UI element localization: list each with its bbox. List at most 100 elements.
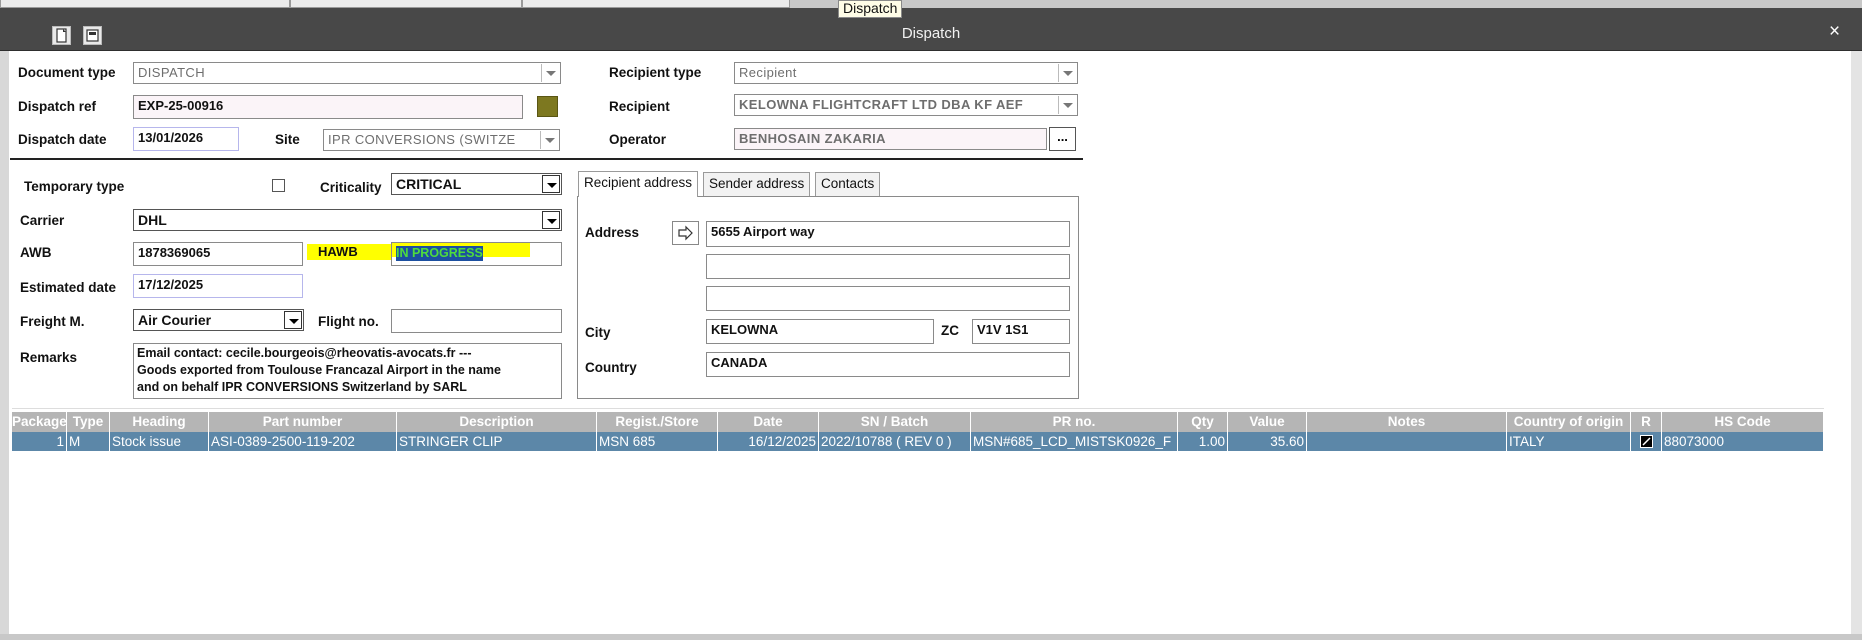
remarks-textarea[interactable]: Email contact: cecile.bourgeois@rheovati… bbox=[133, 343, 562, 399]
vertical-scrollbar[interactable] bbox=[1851, 51, 1862, 640]
column-header[interactable]: Part number bbox=[209, 412, 397, 432]
column-header[interactable]: Date bbox=[718, 412, 819, 432]
document-type-label: Document type bbox=[18, 65, 116, 80]
chevron-down-icon[interactable] bbox=[542, 211, 560, 229]
window-title: Dispatch bbox=[901, 25, 961, 42]
criticality-label: Criticality bbox=[320, 180, 382, 195]
column-header[interactable]: R bbox=[1631, 412, 1662, 432]
carrier-label: Carrier bbox=[20, 213, 65, 228]
background-tab[interactable] bbox=[522, 0, 790, 8]
tab-contacts[interactable]: Contacts bbox=[815, 172, 881, 196]
chevron-down-icon[interactable] bbox=[284, 311, 302, 329]
chevron-down-icon[interactable] bbox=[540, 131, 558, 149]
address-line-2[interactable] bbox=[706, 254, 1070, 279]
chevron-down-icon[interactable] bbox=[1058, 96, 1076, 114]
background-tab[interactable] bbox=[290, 0, 522, 8]
column-header[interactable]: Description bbox=[397, 412, 597, 432]
flight-no-field[interactable] bbox=[391, 309, 562, 333]
column-header[interactable]: SN / Batch bbox=[819, 412, 971, 432]
cell-qty: 1.00 bbox=[1178, 432, 1228, 451]
document-type-select[interactable]: DISPATCH bbox=[133, 62, 561, 84]
freight-value: Air Courier bbox=[138, 312, 212, 328]
cell-hs-code: 88073000 bbox=[1662, 432, 1824, 451]
tab-sender-address[interactable]: Sender address bbox=[703, 172, 811, 196]
city-field[interactable]: KELOWNA bbox=[706, 319, 934, 344]
window-titlebar: Dispatch × bbox=[0, 8, 1862, 51]
cell-heading: Stock issue bbox=[110, 432, 209, 451]
tab-recipient-address[interactable]: Recipient address bbox=[578, 171, 699, 197]
bottom-edge bbox=[0, 634, 1862, 640]
grid-header: Package Type Heading Part number Descrip… bbox=[12, 412, 1824, 432]
lookup-button[interactable] bbox=[537, 96, 558, 117]
carrier-select[interactable]: DHL bbox=[133, 209, 562, 231]
site-select[interactable]: IPR CONVERSIONS (SWITZE bbox=[323, 129, 560, 151]
country-field[interactable]: CANADA bbox=[706, 352, 1070, 377]
site-value: IPR CONVERSIONS (SWITZE bbox=[328, 132, 516, 147]
remarks-line: Goods exported from Toulouse Francazal A… bbox=[137, 363, 501, 377]
cell-r bbox=[1631, 432, 1662, 451]
column-header[interactable]: Country of origin bbox=[1507, 412, 1631, 432]
column-header[interactable]: Qty bbox=[1178, 412, 1228, 432]
column-header[interactable]: Package bbox=[12, 412, 67, 432]
carrier-value: DHL bbox=[138, 212, 167, 228]
country-label: Country bbox=[585, 360, 637, 375]
flight-no-label: Flight no. bbox=[318, 314, 379, 329]
operator-label: Operator bbox=[609, 132, 667, 147]
freight-select[interactable]: Air Courier bbox=[133, 309, 304, 331]
arrow-right-icon[interactable] bbox=[672, 221, 699, 245]
dispatch-date-field[interactable]: 13/01/2026 bbox=[133, 127, 239, 151]
dispatch-ref-field[interactable]: EXP-25-00916 bbox=[133, 95, 523, 119]
criticality-value: CRITICAL bbox=[396, 176, 462, 192]
column-header[interactable]: Regist./Store bbox=[597, 412, 718, 432]
operator-field[interactable]: BENHOSAIN ZAKARIA bbox=[734, 128, 1047, 150]
column-header[interactable]: PR no. bbox=[971, 412, 1178, 432]
address-line-1[interactable]: 5655 Airport way bbox=[706, 221, 1070, 247]
chevron-down-icon[interactable] bbox=[541, 64, 559, 82]
column-header[interactable]: Heading bbox=[110, 412, 209, 432]
remarks-line: and on behalf IPR CONVERSIONS Switzerlan… bbox=[137, 380, 467, 394]
awb-field[interactable]: 1878369065 bbox=[133, 242, 303, 266]
temporary-type-checkbox[interactable] bbox=[272, 179, 285, 192]
cell-sn-batch: 2022/10788 ( REV 0 ) bbox=[819, 432, 971, 451]
chevron-down-icon[interactable] bbox=[1058, 64, 1076, 82]
close-icon[interactable]: × bbox=[1829, 22, 1840, 42]
freight-label: Freight M. bbox=[20, 314, 85, 329]
recipient-value: KELOWNA FLIGHTCRAFT LTD DBA KF AEF bbox=[739, 97, 1024, 112]
cell-date: 16/12/2025 bbox=[718, 432, 819, 451]
cell-package: 1 bbox=[12, 432, 67, 451]
remarks-line: Email contact: cecile.bourgeois@rheovati… bbox=[137, 346, 472, 360]
recipient-select[interactable]: KELOWNA FLIGHTCRAFT LTD DBA KF AEF bbox=[734, 94, 1078, 116]
column-header[interactable]: Notes bbox=[1307, 412, 1507, 432]
column-header[interactable]: Value bbox=[1228, 412, 1307, 432]
cell-value: 35.60 bbox=[1228, 432, 1307, 451]
tooltip: Dispatch bbox=[838, 0, 903, 18]
chevron-down-icon[interactable] bbox=[542, 175, 560, 193]
remarks-label: Remarks bbox=[20, 350, 78, 365]
recipient-type-select[interactable]: Recipient bbox=[734, 62, 1078, 84]
hawb-field[interactable]: IN PROGRESS bbox=[391, 242, 562, 266]
cell-country: ITALY bbox=[1507, 432, 1631, 451]
address-label: Address bbox=[585, 225, 640, 240]
dispatch-date-label: Dispatch date bbox=[18, 132, 107, 147]
address-line-3[interactable] bbox=[706, 286, 1070, 311]
recipient-label: Recipient bbox=[609, 99, 670, 114]
column-header[interactable]: Type bbox=[67, 412, 110, 432]
background-tab[interactable] bbox=[0, 0, 290, 8]
estimated-date-label: Estimated date bbox=[20, 280, 117, 295]
recipient-type-value: Recipient bbox=[739, 65, 797, 80]
checkbox-checked-icon[interactable] bbox=[1639, 435, 1653, 448]
table-row[interactable]: 1 M Stock issue ASI-0389-2500-119-202 ST… bbox=[12, 432, 1824, 451]
criticality-select[interactable]: CRITICAL bbox=[391, 173, 562, 195]
estimated-date-field[interactable]: 17/12/2025 bbox=[133, 274, 303, 298]
cell-type: M bbox=[67, 432, 110, 451]
zc-field[interactable]: V1V 1S1 bbox=[972, 319, 1070, 344]
recipient-type-label: Recipient type bbox=[609, 65, 702, 80]
dispatch-ref-label: Dispatch ref bbox=[18, 99, 97, 114]
cell-pr-no: MSN#685_LCD_MISTSK0926_F bbox=[971, 432, 1178, 451]
column-header[interactable]: HS Code bbox=[1662, 412, 1824, 432]
cell-description: STRINGER CLIP bbox=[397, 432, 597, 451]
background-tab-strip bbox=[0, 0, 1862, 8]
hawb-label: HAWB bbox=[307, 244, 398, 260]
operator-picker-button[interactable]: ... bbox=[1049, 127, 1076, 151]
section-divider bbox=[10, 158, 1083, 160]
